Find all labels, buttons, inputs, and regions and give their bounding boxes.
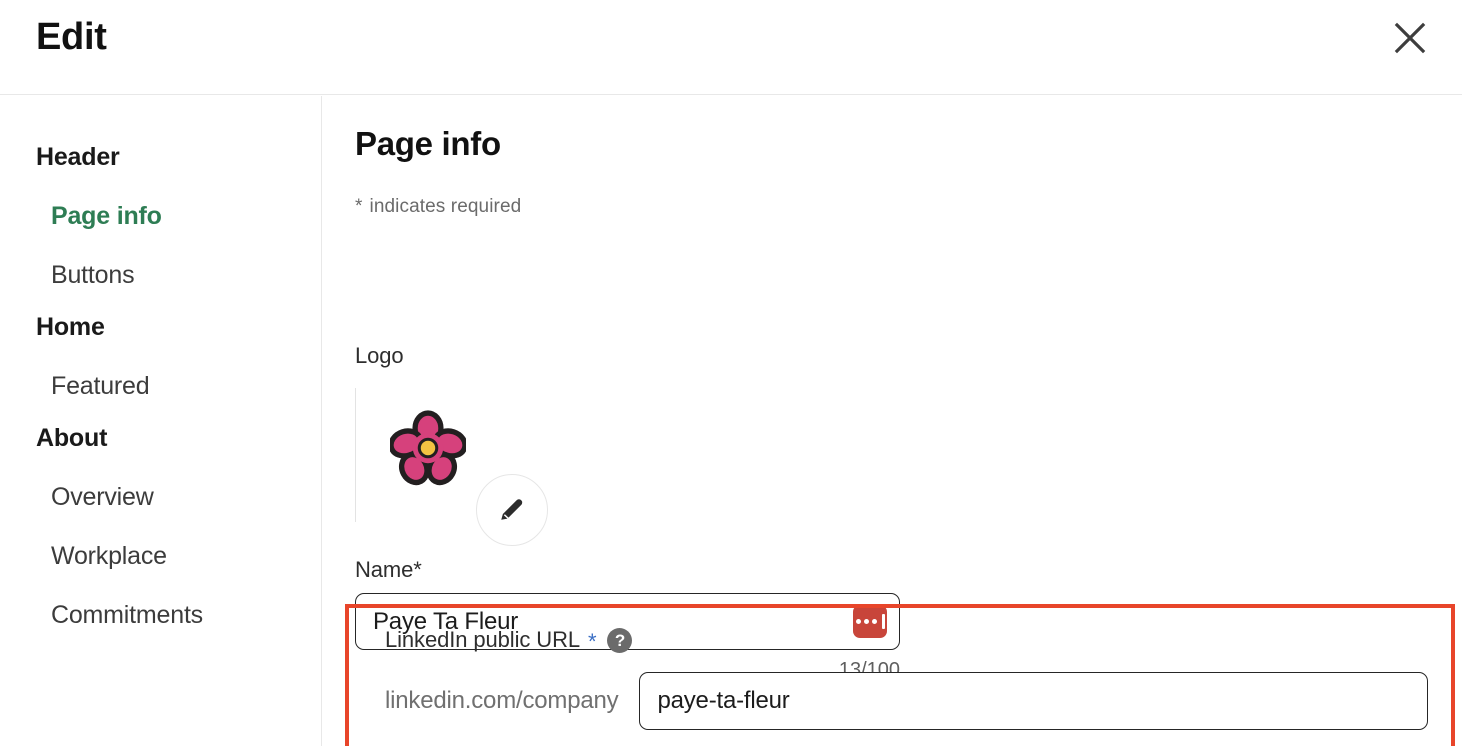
logo-container [355, 388, 548, 546]
sidebar-group-about: About [36, 424, 108, 452]
sidebar-item-overview[interactable]: Overview [0, 485, 321, 510]
linkedin-url-label-text: LinkedIn public URL [385, 627, 580, 652]
required-asterisk: * [588, 629, 597, 654]
required-note-asterisk: * [355, 196, 363, 217]
linkedin-url-input-row: linkedin.com/company [385, 672, 1429, 730]
question-mark-icon[interactable]: ? [607, 627, 633, 653]
sidebar-item-buttons[interactable]: Buttons [0, 263, 321, 288]
modal-header: Edit [0, 0, 1462, 95]
edit-logo-button[interactable] [476, 474, 548, 546]
close-button[interactable] [1384, 12, 1436, 64]
linkedin-url-input[interactable] [639, 672, 1429, 730]
page-info-form: Page info * indicates required Logo Name… [323, 96, 1462, 746]
modal-title: Edit [36, 16, 107, 58]
edit-page-info-modal: Edit Header Page info Buttons Home Featu… [0, 0, 1462, 746]
sidebar-item-workplace[interactable]: Workplace [0, 544, 321, 569]
sidebar-group-home: Home [36, 313, 105, 341]
name-field-label: Name* [355, 557, 422, 582]
linkedin-url-section-highlight: LinkedIn public URL * ? linkedin.com/com… [345, 604, 1455, 746]
sidebar-group-header: Header [36, 143, 120, 171]
page-title: Page info [355, 125, 501, 162]
sidebar-item-commitments[interactable]: Commitments [0, 603, 321, 628]
sidebar-item-page-info[interactable]: Page info [0, 204, 321, 229]
sidebar-item-featured[interactable]: Featured [0, 374, 321, 399]
required-note-text: indicates required [369, 196, 522, 217]
sidebar-nav: Header Page info Buttons Home Featured A… [0, 96, 322, 746]
company-logo-image [388, 410, 468, 486]
required-fields-note: * indicates required [355, 196, 521, 218]
linkedin-url-prefix: linkedin.com/company [385, 687, 619, 714]
pencil-icon [497, 494, 527, 527]
linkedin-url-label: LinkedIn public URL * ? [385, 627, 633, 654]
close-icon [1393, 21, 1427, 55]
logo-label: Logo [355, 343, 404, 368]
